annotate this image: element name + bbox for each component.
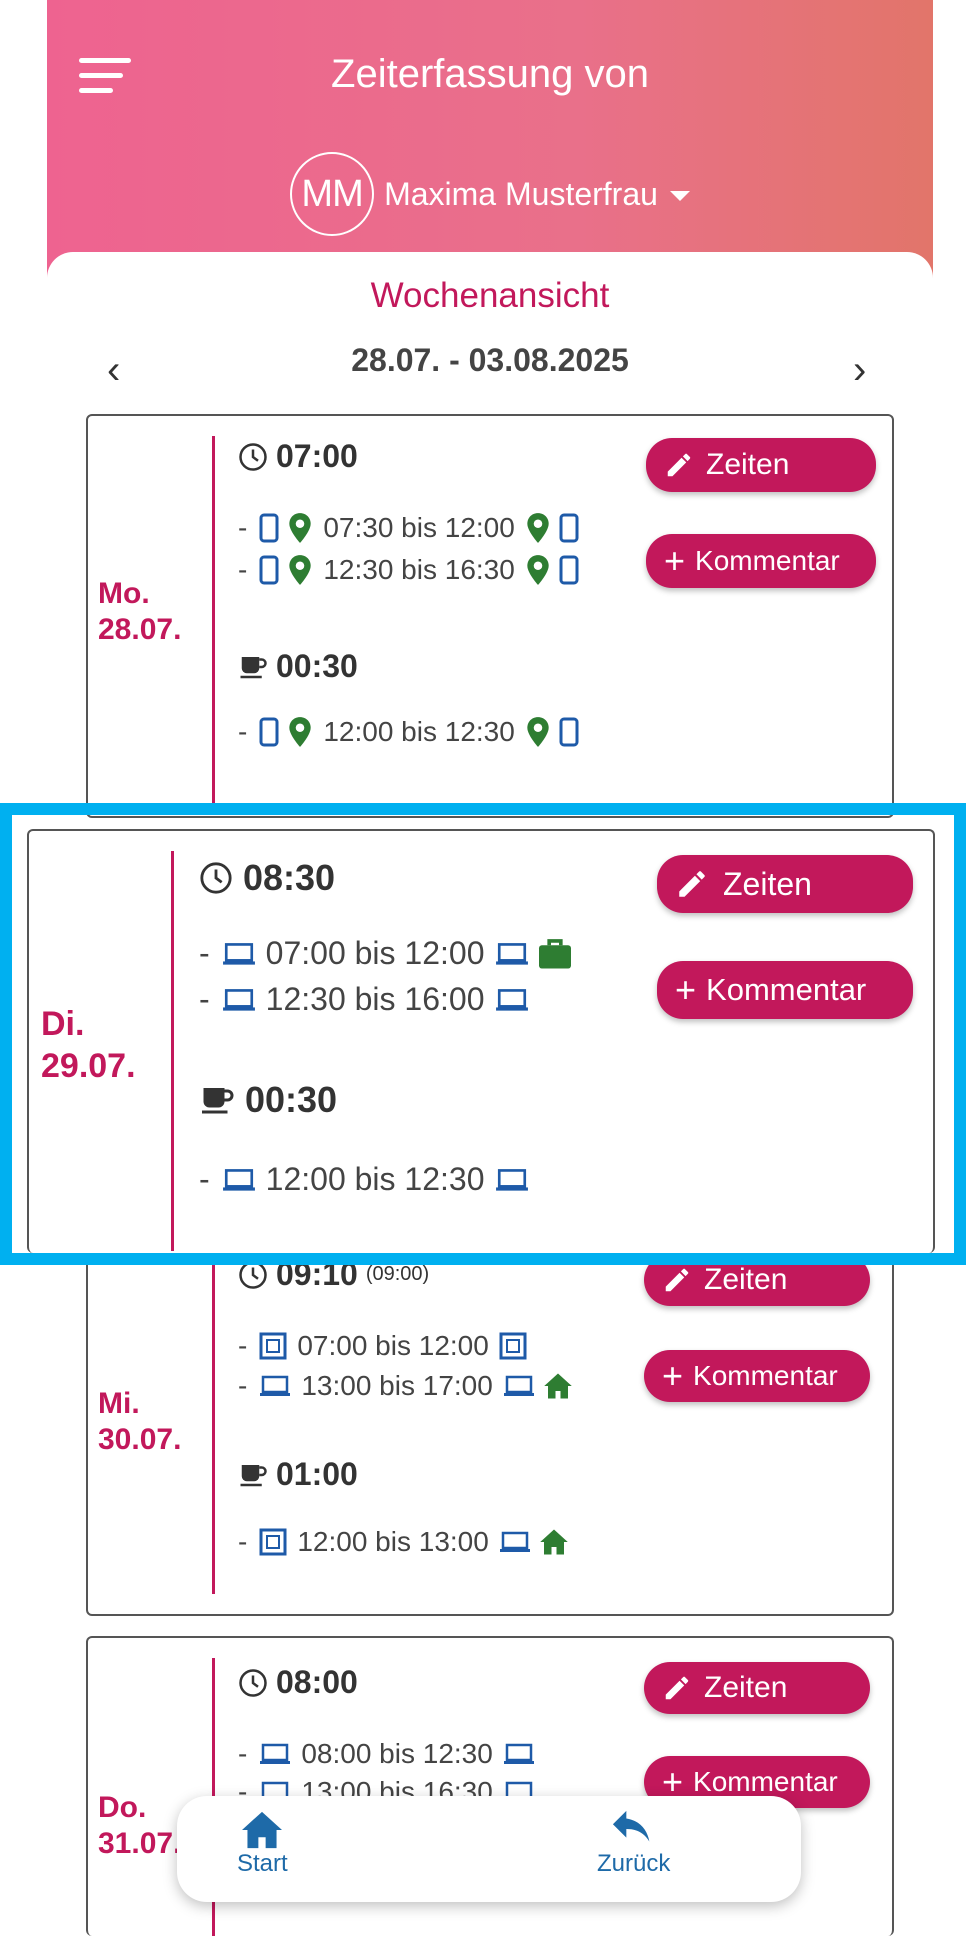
plus-icon: + <box>675 969 697 1010</box>
edit-times-button[interactable]: Zeiten <box>644 1662 870 1714</box>
edit-times-button[interactable]: Zeiten <box>646 438 876 492</box>
terminal-icon <box>499 1332 527 1360</box>
nav-home-button[interactable]: Start <box>237 1810 288 1878</box>
work-total: 08:00 <box>238 1664 358 1701</box>
bottom-nav: Start Zurück <box>177 1796 801 1902</box>
location-pin-icon <box>527 555 549 585</box>
work-entry[interactable]: - 13:00 bis 17:00 <box>238 1370 577 1402</box>
day-divider <box>171 851 174 1251</box>
add-comment-button[interactable]: + Kommentar <box>646 534 876 588</box>
plus-icon: + <box>662 1761 684 1802</box>
add-comment-button[interactable]: + Kommentar <box>644 1350 870 1402</box>
week-range: 28.07. - 03.08.2025 <box>351 342 629 378</box>
plus-icon: + <box>664 540 686 581</box>
laptop-icon <box>499 1531 530 1552</box>
break-total: 01:00 <box>238 1456 358 1493</box>
laptop-icon <box>260 1375 291 1396</box>
laptop-icon <box>222 942 255 965</box>
edit-times-button[interactable]: Zeiten <box>657 855 913 913</box>
terminal-icon <box>259 1528 287 1556</box>
day-divider <box>212 1226 215 1594</box>
day-label: Mi. 30.07. <box>98 1387 182 1456</box>
phone-icon <box>259 513 279 543</box>
work-entry[interactable]: - 07:30 bis 12:00 <box>238 512 583 544</box>
day-card-wednesday: Mi. 30.07. 09:10 (09:00) - 07:00 bis 12:0… <box>86 1224 894 1616</box>
briefcase-icon <box>538 938 571 969</box>
phone-icon <box>559 555 579 585</box>
avatar: MM <box>290 152 375 236</box>
nav-back-button[interactable]: Zurück <box>597 1810 670 1878</box>
work-total: 08:30 <box>199 857 335 899</box>
location-pin-icon <box>527 717 549 747</box>
location-pin-icon <box>527 513 549 543</box>
location-pin-icon <box>289 513 311 543</box>
clock-icon <box>239 442 267 471</box>
terminal-icon <box>259 1332 287 1360</box>
phone-icon <box>259 717 279 747</box>
break-total: 00:30 <box>238 648 358 685</box>
nav-back-label: Zurück <box>597 1850 671 1877</box>
day-label: Mo. 28.07. <box>98 577 182 646</box>
clock-icon <box>239 1260 267 1289</box>
caret-down-icon <box>669 191 690 201</box>
undo-icon <box>612 1810 650 1842</box>
home-icon <box>544 1373 572 1399</box>
break-total: 00:30 <box>199 1079 337 1121</box>
day-label: Do. 31.07. <box>98 1791 182 1860</box>
location-pin-icon <box>289 555 311 585</box>
edit-times-button[interactable]: Zeiten <box>644 1254 870 1306</box>
pencil-icon <box>679 871 705 897</box>
work-total: 07:00 <box>238 438 358 475</box>
pencil-icon <box>665 1676 689 1700</box>
clock-icon <box>200 862 232 894</box>
add-comment-button[interactable]: + Kommentar <box>657 961 913 1019</box>
coffee-icon <box>240 1464 267 1486</box>
work-entry[interactable]: - 12:30 bis 16:30 <box>238 554 583 586</box>
phone-icon <box>559 513 579 543</box>
home-icon <box>540 1529 568 1555</box>
laptop-icon <box>503 1375 534 1396</box>
clock-icon <box>239 1668 267 1697</box>
phone-icon <box>259 555 279 585</box>
break-entry[interactable]: - 12:00 bis 12:30 <box>199 1161 533 1198</box>
pencil-icon <box>665 1268 689 1292</box>
user-selector[interactable]: MM Maxima Musterfrau <box>47 150 933 238</box>
day-card-monday: Mo. 28.07. 07:00 - 07:30 bis 12:00 - 12:3… <box>86 414 894 818</box>
day-card-tuesday: Di. 29.07. 08:30 - 07:00 bis 12:00 - 12:3… <box>27 829 935 1253</box>
home-icon <box>242 1811 283 1849</box>
phone-icon <box>559 717 579 747</box>
laptop-icon <box>495 988 528 1011</box>
laptop-icon <box>222 1168 255 1191</box>
work-entry[interactable]: - 12:30 bis 16:00 <box>199 981 533 1018</box>
work-entry[interactable]: - 07:00 bis 12:00 <box>238 1330 531 1362</box>
laptop-icon <box>495 942 528 965</box>
laptop-icon <box>503 1743 534 1764</box>
break-entry[interactable]: - 12:00 bis 12:30 <box>238 716 583 748</box>
work-entry[interactable]: - 07:00 bis 12:00 <box>199 935 577 972</box>
work-entry[interactable]: - 08:00 bis 12:30 <box>238 1738 539 1770</box>
page-title: Zeiterfassung von <box>331 52 649 96</box>
user-name: Maxima Musterfrau <box>384 175 658 212</box>
work-total: 09:10 (09:00) <box>238 1256 429 1293</box>
nav-home-label: Start <box>237 1850 288 1877</box>
break-entry[interactable]: - 12:00 bis 13:00 <box>238 1526 573 1558</box>
coffee-icon <box>202 1088 234 1114</box>
plus-icon: + <box>662 1355 684 1396</box>
day-divider <box>212 436 215 806</box>
next-week-button[interactable]: › <box>853 348 866 393</box>
target-hours: (09:00) <box>365 1263 430 1285</box>
pencil-icon <box>667 453 691 477</box>
laptop-icon <box>495 1168 528 1191</box>
laptop-icon <box>222 988 255 1011</box>
view-title: Wochenansicht <box>370 276 610 315</box>
laptop-icon <box>260 1743 291 1764</box>
coffee-icon <box>240 656 267 678</box>
location-pin-icon <box>289 717 311 747</box>
day-label: Di. 29.07. <box>41 1005 136 1085</box>
